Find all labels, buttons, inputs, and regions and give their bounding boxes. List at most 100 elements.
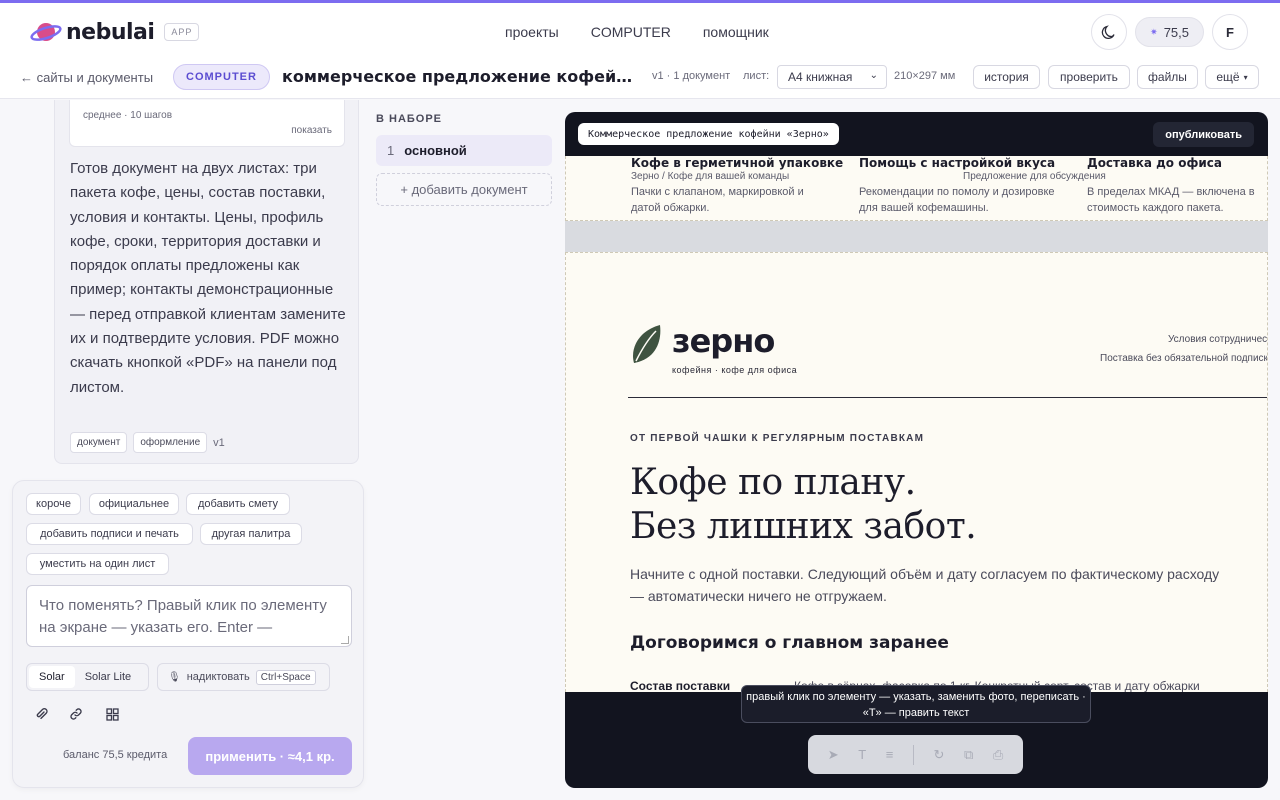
page-gap [565, 221, 1268, 252]
chip-other-palette[interactable]: другая палитра [200, 523, 302, 545]
sheet-label: лист: [743, 70, 770, 82]
running-header: Зерно / Кофе для вашей команды [631, 171, 790, 182]
check-button[interactable]: проверить [1048, 65, 1130, 89]
set-item-name: основной [404, 143, 467, 158]
header-actions: ✷ 75,5 F [1091, 14, 1248, 50]
back-link[interactable]: ← сайты и документы [20, 70, 153, 85]
lead-paragraph[interactable]: Начните с одной поставки. Следующий объё… [630, 563, 1230, 607]
text-icon[interactable]: T [858, 747, 866, 762]
print-icon[interactable]: ⎙ [993, 747, 1003, 763]
set-heading: В НАБОРЕ [376, 113, 443, 125]
chip-more-formal[interactable]: официальнее [89, 493, 179, 515]
balance-label: баланс 75,5 кредита [63, 749, 168, 761]
logo[interactable]: nebulai APP [30, 17, 200, 47]
headline[interactable]: Кофе по плану. Без лишних забот. [630, 461, 977, 549]
message-version: v1 [213, 436, 225, 449]
feature-desc: Пачки с клапаном, маркировкой и датой об… [631, 186, 804, 214]
publish-button[interactable]: опубликовать [1153, 122, 1254, 147]
message-tags: документ оформление v1 [70, 432, 225, 453]
chip-fit-one-page[interactable]: уместить на один лист [26, 553, 169, 575]
toolbar-separator [912, 744, 914, 765]
credits-pill[interactable]: ✷ 75,5 [1135, 17, 1204, 47]
steps-label: среднее · 10 шагов [83, 110, 173, 121]
chip-add-estimate[interactable]: добавить смету [186, 493, 290, 515]
more-label: ещё [1216, 70, 1240, 84]
document-title: коммерческое предложение кофейни «Зерно» [282, 67, 637, 86]
terms-line-1: Условия сотрудничества [1168, 334, 1268, 345]
refresh-icon[interactable]: ↻ [933, 747, 944, 763]
avatar[interactable]: F [1212, 14, 1248, 50]
page-2: зерно кофейня · кофе для офиса Условия с… [565, 252, 1268, 692]
terms-line-2: Поставка без обязательной подписки [1100, 353, 1268, 364]
list-icon[interactable]: ≡ [886, 747, 894, 762]
history-button[interactable]: история [973, 65, 1040, 89]
terms-block[interactable]: Условия сотрудничества Поставка без обяз… [1066, 330, 1268, 368]
preview-title: Коммерческое предложение кофейни «Зерно» [578, 123, 839, 145]
planet-logo-icon [30, 23, 62, 41]
more-button[interactable]: ещё ▾ [1205, 65, 1259, 89]
sheet-format-select[interactable]: А4 книжная ⌄ [777, 65, 887, 89]
model-solar-lite[interactable]: Solar Lite [75, 666, 141, 688]
star-icon: ✷ [1150, 26, 1158, 37]
nav-computer[interactable]: COMPUTER [591, 24, 671, 40]
sheet-format-value: А4 книжная [788, 70, 853, 84]
link-icon[interactable] [67, 705, 85, 723]
theme-toggle-button[interactable] [1091, 14, 1128, 50]
hint-tooltip: правый клик по элементу — указать, замен… [741, 685, 1091, 723]
edit-request-input[interactable]: Что поменять? Правый клик по элементу на… [26, 585, 352, 647]
feature-title: Доставка до офиса [1087, 156, 1222, 170]
document-preview: Коммерческое предложение кофейни «Зерно»… [565, 112, 1268, 788]
tag-design: оформление [133, 432, 208, 453]
main-nav: проекты COMPUTER помощник [505, 24, 769, 40]
add-document-button[interactable]: + добавить документ [376, 173, 552, 206]
preview-toolbar: ➤ T ≡ ↻ ⧉ ⎙ [808, 735, 1023, 774]
external-icon[interactable]: ⧉ [964, 747, 973, 763]
leaf-logo-icon [633, 325, 661, 363]
document-toolbar: ← сайты и документы COMPUTER коммерческо… [0, 61, 1280, 99]
page-1-bottom: Кофе в герметичной упаковке Зерно / Кофе… [565, 156, 1268, 221]
running-header-right: Предложение для обсуждения [963, 171, 1106, 182]
feature-spacer [1087, 170, 1268, 184]
paperclip-icon[interactable] [32, 705, 50, 723]
steps-box: среднее · 10 шагов показать [69, 100, 345, 147]
version-info: v1 · 1 документ [652, 70, 731, 82]
edit-request-placeholder: Что поменять? Правый клик по элементу на… [39, 597, 327, 646]
model-switch: Solar Solar Lite [26, 663, 149, 691]
headline-line-1: Кофе по плану. [630, 462, 916, 503]
microphone-icon: 🎙 [168, 671, 181, 683]
dictate-shortcut: Ctrl+Space [255, 669, 316, 685]
brand-block[interactable]: зерно [628, 322, 775, 367]
chevron-down-icon: ⌄ [869, 70, 878, 81]
computer-badge: COMPUTER [173, 64, 270, 90]
brand-name: зерно [672, 322, 775, 360]
app-badge: APP [164, 23, 200, 41]
nav-assistant[interactable]: помощник [703, 24, 769, 40]
model-solar[interactable]: Solar [29, 666, 75, 688]
terms-row-key[interactable]: Состав поставки [630, 679, 730, 692]
assistant-message-card: среднее · 10 шагов показать Готов докуме… [54, 100, 359, 464]
feature-desc: В пределах МКАД — включена в стоимость к… [1087, 186, 1255, 214]
feature-packaging[interactable]: Кофе в герметичной упаковке Зерно / Кофе… [631, 156, 843, 216]
kicker[interactable]: ОТ ПЕРВОЙ ЧАШКИ К РЕГУЛЯРНЫМ ПОСТАВКАМ [630, 433, 924, 444]
set-item-main[interactable]: 1 основной [376, 135, 552, 166]
feature-taste[interactable]: Помощь с настройкой вкуса Предложение дл… [859, 156, 1119, 216]
section-title[interactable]: Договоримся о главном заранее [630, 633, 949, 653]
apply-button[interactable]: применить · ≈4,1 кр. [188, 737, 352, 775]
divider [628, 397, 1267, 398]
files-button[interactable]: файлы [1137, 65, 1198, 89]
moon-icon [1101, 25, 1115, 39]
feature-title: Помощь с настройкой вкуса [859, 156, 1056, 170]
feature-delivery[interactable]: Доставка до офиса В пределах МКАД — вклю… [1087, 156, 1268, 216]
resize-handle[interactable] [341, 636, 349, 644]
chip-add-signatures[interactable]: добавить подписи и печать [26, 523, 193, 545]
dictate-button[interactable]: 🎙 надиктовать Ctrl+Space [157, 663, 330, 691]
show-steps-link[interactable]: показать [291, 125, 332, 136]
nav-projects[interactable]: проекты [505, 24, 559, 40]
top-header: nebulai APP проекты COMPUTER помощник ✷ … [0, 3, 1280, 61]
feature-desc: Рекомендации по помолу и дозировке для в… [859, 186, 1055, 214]
logo-text: nebulai [66, 19, 155, 45]
cursor-icon[interactable]: ➤ [828, 747, 839, 763]
dictate-label: надиктовать [186, 671, 250, 683]
chip-shorter[interactable]: короче [26, 493, 81, 515]
grid-icon[interactable] [103, 705, 121, 723]
